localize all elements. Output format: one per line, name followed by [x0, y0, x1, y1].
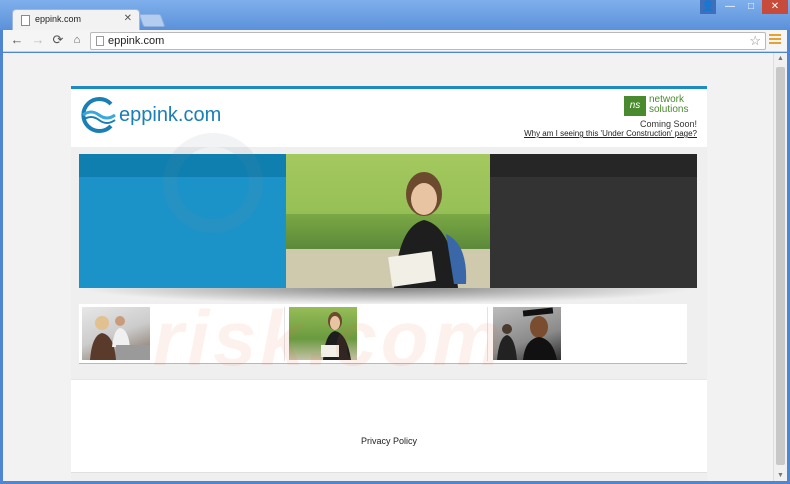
maximize-button[interactable]: □	[741, 0, 761, 14]
scroll-up-icon[interactable]: ▲	[777, 55, 784, 62]
under-construction-link[interactable]: Why am I seeing this 'Under Construction…	[524, 129, 697, 138]
page-header: eppink.com ns network solutions Coming S…	[71, 89, 707, 147]
coming-soon-text: Coming Soon!	[639, 119, 697, 129]
thumbnail-call-center[interactable]	[82, 307, 150, 360]
student-illustration	[286, 154, 490, 288]
vertical-scrollbar[interactable]: ▲ ▼	[773, 53, 787, 481]
site-logo-text: eppink.com	[119, 104, 222, 126]
tab-close-icon[interactable]: ✕	[124, 13, 132, 24]
page-viewport: eppink.com ns network solutions Coming S…	[3, 53, 773, 481]
tab-strip: eppink.com ✕ 👤 — □ ✕	[0, 0, 790, 31]
watermark-text: risk.com	[153, 294, 506, 382]
page-icon	[96, 36, 104, 46]
close-window-button[interactable]: ✕	[762, 0, 788, 14]
url-input[interactable]	[108, 34, 728, 48]
back-icon[interactable]: ←	[9, 32, 25, 48]
bookmark-star-icon[interactable]: ☆	[749, 33, 761, 49]
menu-icon[interactable]	[769, 34, 781, 46]
home-icon[interactable]: ⌂	[69, 32, 85, 48]
scrollbar-thumb[interactable]	[776, 67, 785, 465]
forward-icon[interactable]: →	[30, 32, 46, 48]
tab-title: eppink.com	[35, 14, 82, 24]
minimize-button[interactable]: —	[720, 0, 740, 14]
tab-eppink[interactable]: eppink.com ✕	[12, 9, 140, 31]
page-icon	[21, 15, 30, 26]
page-footer: Privacy Policy	[71, 379, 707, 481]
student-photo	[286, 154, 490, 288]
address-bar[interactable]: ☆	[90, 32, 766, 50]
browser-window: eppink.com ✕ 👤 — □ ✕ ← → ⟳ ⌂ ☆	[0, 0, 790, 484]
watermark-magnifier-icon	[163, 133, 263, 233]
logo-mark-icon	[81, 97, 116, 133]
network-solutions-logo-icon: ns	[624, 96, 646, 116]
scroll-down-icon[interactable]: ▼	[777, 472, 784, 479]
parked-page: eppink.com ns network solutions Coming S…	[71, 86, 707, 481]
footer-band	[71, 472, 707, 481]
new-tab-button[interactable]	[138, 14, 166, 27]
user-icon[interactable]: 👤	[700, 0, 716, 14]
provider-name-line2: solutions	[649, 104, 689, 115]
toolbar: ← → ⟳ ⌂ ☆	[3, 30, 787, 52]
provider-name: network solutions	[649, 95, 688, 115]
hero-right-panel	[490, 154, 697, 288]
privacy-policy-link[interactable]: Privacy Policy	[71, 436, 707, 446]
reload-icon[interactable]: ⟳	[50, 32, 66, 48]
